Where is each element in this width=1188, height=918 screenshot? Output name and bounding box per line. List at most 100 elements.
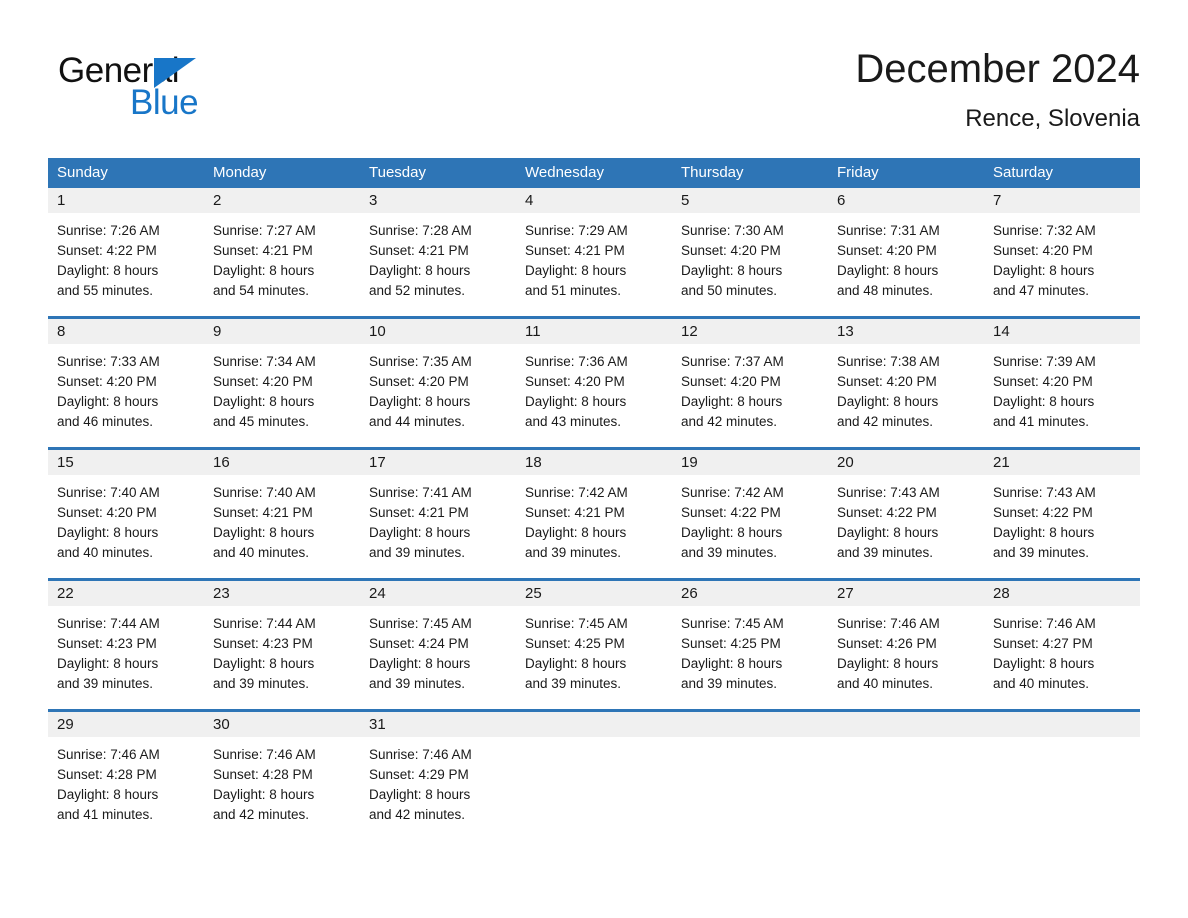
- sunrise-text: Sunrise: 7:45 AM: [681, 616, 784, 631]
- daylight-text-line2: and 39 minutes.: [525, 545, 622, 560]
- daylight-text-line1: Daylight: 8 hours: [57, 525, 159, 540]
- daylight-text-line1: Daylight: 8 hours: [213, 656, 315, 671]
- daylight-text-line2: and 40 minutes.: [837, 676, 934, 691]
- daylight-text-line1: Daylight: 8 hours: [837, 394, 939, 409]
- page-subtitle-location: Rence, Slovenia: [965, 105, 1140, 132]
- sunrise-text: Sunrise: 7:45 AM: [525, 616, 628, 631]
- calendar-week-row: 15 16 17 18 19 20 21 Sunrise: 7:40 AM Su…: [48, 447, 1140, 571]
- day-detail-cell: Sunrise: 7:32 AM Sunset: 4:20 PM Dayligh…: [984, 213, 1140, 309]
- daylight-text-line2: and 47 minutes.: [993, 283, 1090, 298]
- day-number[interactable]: 25: [516, 581, 672, 606]
- daylight-text-line1: Daylight: 8 hours: [369, 394, 471, 409]
- day-number[interactable]: 22: [48, 581, 204, 606]
- sunrise-text: Sunrise: 7:46 AM: [993, 616, 1096, 631]
- day-detail-cell: Sunrise: 7:46 AM Sunset: 4:27 PM Dayligh…: [984, 606, 1140, 702]
- day-number[interactable]: 24: [360, 581, 516, 606]
- calendar-week-row: 1 2 3 4 5 6 7 Sunrise: 7:26 AM Sunset: 4…: [48, 188, 1140, 309]
- day-detail-cell: Sunrise: 7:43 AM Sunset: 4:22 PM Dayligh…: [984, 475, 1140, 571]
- sunset-text: Sunset: 4:20 PM: [837, 243, 937, 258]
- day-number[interactable]: 1: [48, 188, 204, 213]
- weekday-header-row: Sunday Monday Tuesday Wednesday Thursday…: [48, 158, 1140, 188]
- day-detail-cell: Sunrise: 7:44 AM Sunset: 4:23 PM Dayligh…: [204, 606, 360, 702]
- week-date-band: 29 30 31: [48, 712, 1140, 737]
- day-number[interactable]: 30: [204, 712, 360, 737]
- daylight-text-line1: Daylight: 8 hours: [681, 656, 783, 671]
- day-detail-cell: Sunrise: 7:35 AM Sunset: 4:20 PM Dayligh…: [360, 344, 516, 440]
- day-number[interactable]: 13: [828, 319, 984, 344]
- daylight-text-line1: Daylight: 8 hours: [525, 656, 627, 671]
- sunset-text: Sunset: 4:20 PM: [369, 374, 469, 389]
- daylight-text-line2: and 39 minutes.: [57, 676, 154, 691]
- day-number[interactable]: 7: [984, 188, 1140, 213]
- day-detail-cell: Sunrise: 7:42 AM Sunset: 4:21 PM Dayligh…: [516, 475, 672, 571]
- day-number[interactable]: 9: [204, 319, 360, 344]
- daylight-text-line1: Daylight: 8 hours: [57, 394, 159, 409]
- day-number[interactable]: 18: [516, 450, 672, 475]
- sunset-text: Sunset: 4:29 PM: [369, 767, 469, 782]
- sunset-text: Sunset: 4:27 PM: [993, 636, 1093, 651]
- day-number[interactable]: 2: [204, 188, 360, 213]
- day-number[interactable]: 23: [204, 581, 360, 606]
- day-number[interactable]: 3: [360, 188, 516, 213]
- day-number[interactable]: 26: [672, 581, 828, 606]
- sunrise-text: Sunrise: 7:46 AM: [837, 616, 940, 631]
- sunrise-text: Sunrise: 7:44 AM: [213, 616, 316, 631]
- day-number[interactable]: 19: [672, 450, 828, 475]
- day-number[interactable]: 17: [360, 450, 516, 475]
- day-number[interactable]: 4: [516, 188, 672, 213]
- weekday-header-wednesday: Wednesday: [525, 164, 604, 181]
- daylight-text-line1: Daylight: 8 hours: [213, 525, 315, 540]
- sunrise-text: Sunrise: 7:43 AM: [837, 485, 940, 500]
- sunrise-text: Sunrise: 7:35 AM: [369, 354, 472, 369]
- day-detail-cell: Sunrise: 7:45 AM Sunset: 4:25 PM Dayligh…: [516, 606, 672, 702]
- daylight-text-line2: and 51 minutes.: [525, 283, 622, 298]
- day-detail-cell: Sunrise: 7:43 AM Sunset: 4:22 PM Dayligh…: [828, 475, 984, 571]
- sunrise-text: Sunrise: 7:31 AM: [837, 223, 940, 238]
- day-number[interactable]: 29: [48, 712, 204, 737]
- day-number[interactable]: 20: [828, 450, 984, 475]
- day-number[interactable]: 11: [516, 319, 672, 344]
- daylight-text-line2: and 42 minutes.: [837, 414, 934, 429]
- day-number[interactable]: 15: [48, 450, 204, 475]
- sunset-text: Sunset: 4:24 PM: [369, 636, 469, 651]
- day-number[interactable]: 5: [672, 188, 828, 213]
- daylight-text-line2: and 42 minutes.: [213, 807, 310, 822]
- daylight-text-line1: Daylight: 8 hours: [681, 263, 783, 278]
- day-number[interactable]: 31: [360, 712, 516, 737]
- daylight-text-line1: Daylight: 8 hours: [525, 263, 627, 278]
- sunrise-text: Sunrise: 7:37 AM: [681, 354, 784, 369]
- sunrise-text: Sunrise: 7:40 AM: [57, 485, 160, 500]
- calendar-page: General Blue December 2024 Rence, Sloven…: [0, 0, 1188, 918]
- week-date-band: 15 16 17 18 19 20 21: [48, 450, 1140, 475]
- day-detail-cell: Sunrise: 7:46 AM Sunset: 4:28 PM Dayligh…: [204, 737, 360, 833]
- day-detail-cell-empty: [984, 737, 1140, 833]
- sunrise-text: Sunrise: 7:36 AM: [525, 354, 628, 369]
- day-detail-cell-empty: [828, 737, 984, 833]
- daylight-text-line2: and 39 minutes.: [837, 545, 934, 560]
- day-number[interactable]: 27: [828, 581, 984, 606]
- weekday-header-friday: Friday: [837, 164, 879, 181]
- day-number[interactable]: 28: [984, 581, 1140, 606]
- daylight-text-line1: Daylight: 8 hours: [57, 656, 159, 671]
- day-number[interactable]: 16: [204, 450, 360, 475]
- day-number[interactable]: 10: [360, 319, 516, 344]
- calendar-grid: Sunday Monday Tuesday Wednesday Thursday…: [48, 158, 1140, 833]
- daylight-text-line2: and 42 minutes.: [369, 807, 466, 822]
- day-detail-cell: Sunrise: 7:26 AM Sunset: 4:22 PM Dayligh…: [48, 213, 204, 309]
- page-title: December 2024: [855, 47, 1140, 91]
- general-blue-logo[interactable]: General Blue: [58, 52, 258, 124]
- day-number[interactable]: 6: [828, 188, 984, 213]
- sunrise-text: Sunrise: 7:30 AM: [681, 223, 784, 238]
- day-number[interactable]: 12: [672, 319, 828, 344]
- daylight-text-line2: and 41 minutes.: [57, 807, 154, 822]
- sunset-text: Sunset: 4:21 PM: [213, 505, 313, 520]
- day-detail-cell: Sunrise: 7:27 AM Sunset: 4:21 PM Dayligh…: [204, 213, 360, 309]
- daylight-text-line2: and 42 minutes.: [681, 414, 778, 429]
- day-detail-cell: Sunrise: 7:45 AM Sunset: 4:25 PM Dayligh…: [672, 606, 828, 702]
- day-number[interactable]: 8: [48, 319, 204, 344]
- day-detail-cell: Sunrise: 7:39 AM Sunset: 4:20 PM Dayligh…: [984, 344, 1140, 440]
- day-detail-cell: Sunrise: 7:28 AM Sunset: 4:21 PM Dayligh…: [360, 213, 516, 309]
- day-number[interactable]: 21: [984, 450, 1140, 475]
- sunset-text: Sunset: 4:25 PM: [525, 636, 625, 651]
- day-number[interactable]: 14: [984, 319, 1140, 344]
